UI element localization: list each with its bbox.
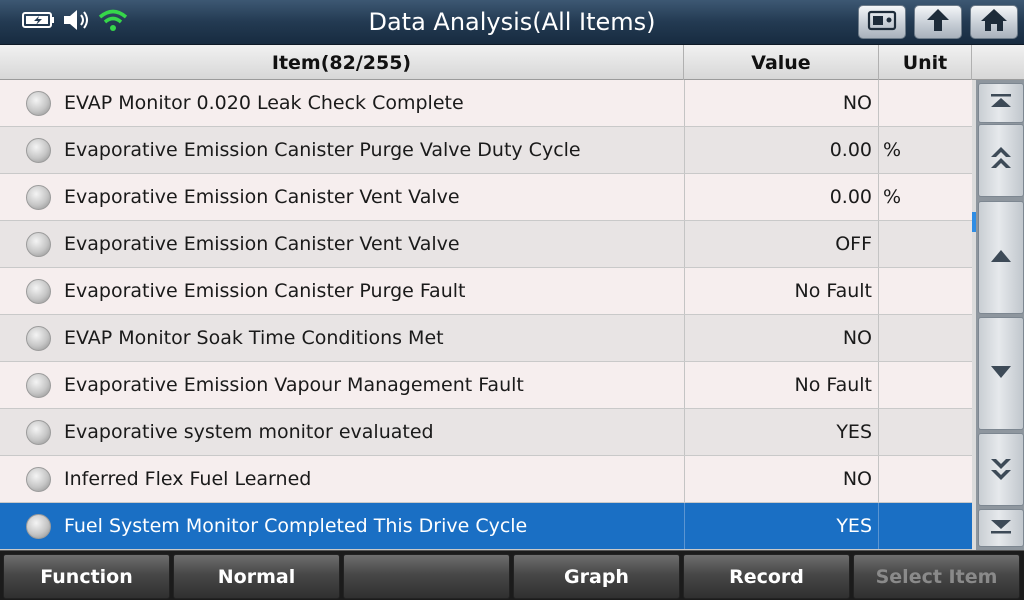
line-up-icon <box>989 248 1013 268</box>
function-button[interactable]: Function <box>3 554 170 599</box>
graph-button[interactable]: Graph <box>513 554 680 599</box>
home-icon <box>979 7 1009 37</box>
row-value: No Fault <box>684 362 879 408</box>
table-row[interactable]: Evaporative Emission Canister Purge Faul… <box>0 268 972 315</box>
page-down-button[interactable] <box>978 433 1024 506</box>
row-radio-button[interactable] <box>26 467 51 492</box>
home-button[interactable] <box>970 5 1018 39</box>
column-header-item: Item(82/255) <box>0 45 684 80</box>
row-item-name: Evaporative system monitor evaluated <box>64 421 434 443</box>
row-item-name: Evaporative Emission Vapour Management F… <box>64 374 524 396</box>
row-value: 0.00 <box>684 127 879 173</box>
row-radio-button[interactable] <box>26 420 51 445</box>
row-unit <box>880 80 972 126</box>
row-radio-button[interactable] <box>26 279 51 304</box>
row-value: NO <box>684 80 879 126</box>
scrollbar-track[interactable] <box>972 80 976 550</box>
row-value: YES <box>684 409 879 455</box>
row-radio-button[interactable] <box>26 91 51 116</box>
select-item-button[interactable]: Select Item <box>853 554 1020 599</box>
row-value: 0.00 <box>684 174 879 220</box>
screenshot-icon <box>867 8 897 36</box>
table-row[interactable]: Evaporative Emission Canister Vent Valve… <box>0 174 972 221</box>
line-down-icon <box>989 364 1013 384</box>
table-header: Item(82/255) Value Unit <box>0 45 1024 80</box>
table-row[interactable]: Evaporative Emission Canister Purge Valv… <box>0 127 972 174</box>
row-item-name: EVAP Monitor Soak Time Conditions Met <box>64 327 444 349</box>
table-row[interactable]: Evaporative system monitor evaluated YES <box>0 409 972 456</box>
row-item-name: Evaporative Emission Canister Vent Valve <box>64 186 460 208</box>
row-item-name: Inferred Flex Fuel Learned <box>64 468 312 490</box>
row-radio-button[interactable] <box>26 326 51 351</box>
column-header-value: Value <box>684 45 879 80</box>
row-radio-button[interactable] <box>26 185 51 210</box>
page-up-icon <box>989 146 1013 176</box>
row-item-name: EVAP Monitor 0.020 Leak Check Complete <box>64 92 464 114</box>
empty-button[interactable] <box>343 554 510 599</box>
row-radio-button[interactable] <box>26 514 51 539</box>
table-row[interactable]: Evaporative Emission Canister Vent Valve… <box>0 221 972 268</box>
row-value: NO <box>684 315 879 361</box>
row-value: No Fault <box>684 268 879 314</box>
row-value: NO <box>684 456 879 502</box>
row-unit <box>880 315 972 361</box>
back-button[interactable] <box>914 5 962 39</box>
screenshot-button[interactable] <box>858 5 906 39</box>
line-down-button[interactable] <box>978 317 1024 430</box>
table-row[interactable]: EVAP Monitor 0.020 Leak Check Complete N… <box>0 80 972 127</box>
scroll-bottom-button[interactable] <box>978 509 1024 547</box>
page-up-button[interactable] <box>978 124 1024 197</box>
scrollbar-thumb[interactable] <box>972 212 976 232</box>
row-unit <box>880 268 972 314</box>
back-up-icon <box>923 7 953 37</box>
table-row[interactable]: Inferred Flex Fuel Learned NO <box>0 456 972 503</box>
scroll-top-icon <box>989 92 1013 114</box>
row-unit: % <box>883 186 902 208</box>
row-unit: % <box>883 139 902 161</box>
row-radio-button[interactable] <box>26 138 51 163</box>
row-item-name: Evaporative Emission Canister Vent Valve <box>64 233 460 255</box>
scroll-bottom-icon <box>989 517 1013 539</box>
row-radio-button[interactable] <box>26 232 51 257</box>
table-row-selected[interactable]: Fuel System Monitor Completed This Drive… <box>0 503 972 550</box>
scroll-panel <box>972 80 1024 550</box>
scroll-top-button[interactable] <box>978 83 1024 123</box>
table-row[interactable]: EVAP Monitor Soak Time Conditions Met NO <box>0 315 972 362</box>
column-header-unit: Unit <box>879 45 972 80</box>
line-up-button[interactable] <box>978 201 1024 314</box>
normal-button[interactable]: Normal <box>173 554 340 599</box>
function-bar: Function Normal Graph Record Select Item <box>0 550 1024 600</box>
row-unit <box>880 456 972 502</box>
row-radio-button[interactable] <box>26 373 51 398</box>
page-down-icon <box>989 455 1013 485</box>
data-table: EVAP Monitor 0.020 Leak Check Complete N… <box>0 80 972 550</box>
row-unit <box>880 503 972 549</box>
table-row[interactable]: Evaporative Emission Vapour Management F… <box>0 362 972 409</box>
row-item-name: Evaporative Emission Canister Purge Valv… <box>64 139 581 161</box>
row-item-name: Evaporative Emission Canister Purge Faul… <box>64 280 466 302</box>
row-value: YES <box>684 503 879 549</box>
row-item-name: Fuel System Monitor Completed This Drive… <box>64 515 528 537</box>
row-value: OFF <box>684 221 879 267</box>
row-unit <box>880 362 972 408</box>
row-unit <box>880 221 972 267</box>
title-bar: Data Analysis(All Items) <box>0 0 1024 45</box>
row-unit <box>880 409 972 455</box>
record-button[interactable]: Record <box>683 554 850 599</box>
